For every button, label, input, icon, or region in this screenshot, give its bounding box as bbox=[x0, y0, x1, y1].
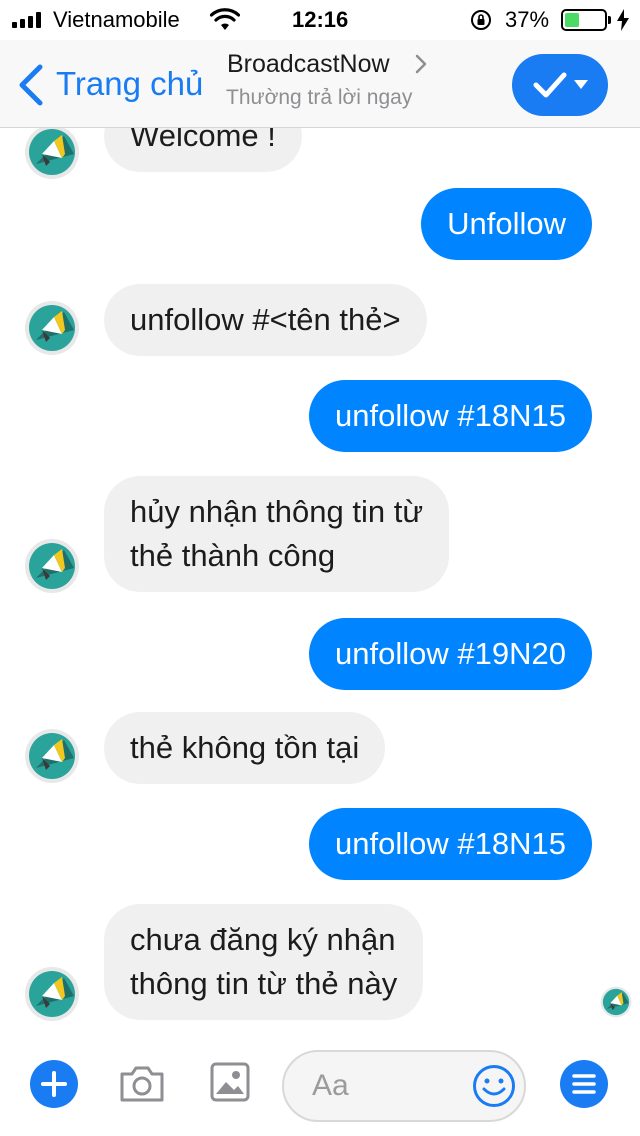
image-gallery-icon[interactable] bbox=[210, 1062, 250, 1102]
message-text: Welcome ! bbox=[130, 128, 276, 153]
battery-icon bbox=[561, 9, 611, 31]
bot-avatar[interactable] bbox=[24, 538, 80, 594]
clock: 12:16 bbox=[292, 7, 349, 32]
message-text: thông tin từ thẻ này bbox=[130, 966, 398, 1001]
incoming-message[interactable]: hủy nhận thông tin từ thẻ thành công bbox=[104, 476, 450, 592]
message-text: thẻ không tồn tại bbox=[130, 730, 360, 765]
outgoing-message[interactable]: unfollow #18N15 bbox=[309, 808, 592, 880]
carrier-name: Vietnamobile bbox=[53, 7, 180, 32]
message-text: unfollow #19N20 bbox=[335, 636, 566, 671]
incoming-message[interactable]: Welcome ! bbox=[104, 128, 302, 172]
dropdown-caret-icon bbox=[574, 80, 588, 89]
back-chevron-icon[interactable] bbox=[16, 64, 46, 106]
outgoing-message[interactable]: Unfollow bbox=[421, 188, 592, 260]
outgoing-message[interactable]: unfollow #18N15 bbox=[309, 380, 592, 452]
emoji-icon[interactable] bbox=[472, 1064, 516, 1108]
wifi-icon bbox=[210, 8, 240, 30]
composer-bar bbox=[0, 1040, 640, 1136]
message-list[interactable]: Welcome ! Unfollow unfollow #<tên thẻ> unfo… bbox=[0, 128, 640, 1040]
chevron-right-icon[interactable] bbox=[414, 54, 428, 74]
rotation-lock-icon bbox=[471, 10, 491, 30]
message-text: chưa đăng ký nhận bbox=[130, 922, 396, 957]
back-button[interactable]: Trang chủ bbox=[56, 65, 203, 103]
message-text: Unfollow bbox=[447, 206, 566, 241]
message-text: unfollow #18N15 bbox=[335, 826, 566, 861]
charging-bolt-icon bbox=[617, 9, 629, 31]
outgoing-message[interactable]: unfollow #19N20 bbox=[309, 618, 592, 690]
seen-indicator-avatar bbox=[600, 986, 632, 1018]
battery-fill bbox=[565, 13, 580, 27]
message-text: thẻ thành công bbox=[130, 538, 336, 573]
battery-percent: 37% bbox=[505, 7, 550, 32]
incoming-message[interactable]: chưa đăng ký nhận thông tin từ thẻ này bbox=[104, 904, 424, 1020]
manage-messages-button[interactable] bbox=[512, 54, 608, 116]
conversation-header: Trang chủ BroadcastNow Thường trả lời ng… bbox=[0, 40, 640, 128]
message-text: hủy nhận thông tin từ bbox=[130, 494, 424, 529]
message-input[interactable] bbox=[312, 1066, 482, 1106]
incoming-message[interactable]: thẻ không tồn tại bbox=[104, 712, 386, 784]
bot-avatar[interactable] bbox=[24, 300, 80, 356]
bot-avatar[interactable] bbox=[24, 128, 80, 180]
check-icon bbox=[533, 72, 567, 98]
message-text: unfollow #18N15 bbox=[335, 398, 566, 433]
bot-avatar[interactable] bbox=[24, 728, 80, 784]
signal-icon bbox=[12, 12, 41, 28]
menu-icon[interactable] bbox=[560, 1060, 608, 1108]
conversation-title[interactable]: BroadcastNow bbox=[227, 50, 390, 79]
incoming-message[interactable]: unfollow #<tên thẻ> bbox=[104, 284, 427, 356]
bot-avatar[interactable] bbox=[24, 966, 80, 1022]
message-input-field[interactable] bbox=[282, 1050, 526, 1122]
status-bar: Vietnamobile 12:16 37% bbox=[0, 0, 640, 40]
plus-icon[interactable] bbox=[30, 1060, 78, 1108]
camera-icon[interactable] bbox=[118, 1064, 166, 1104]
conversation-subtitle: Thường trả lời ngay bbox=[226, 86, 413, 109]
message-text: unfollow #<tên thẻ> bbox=[130, 302, 401, 337]
